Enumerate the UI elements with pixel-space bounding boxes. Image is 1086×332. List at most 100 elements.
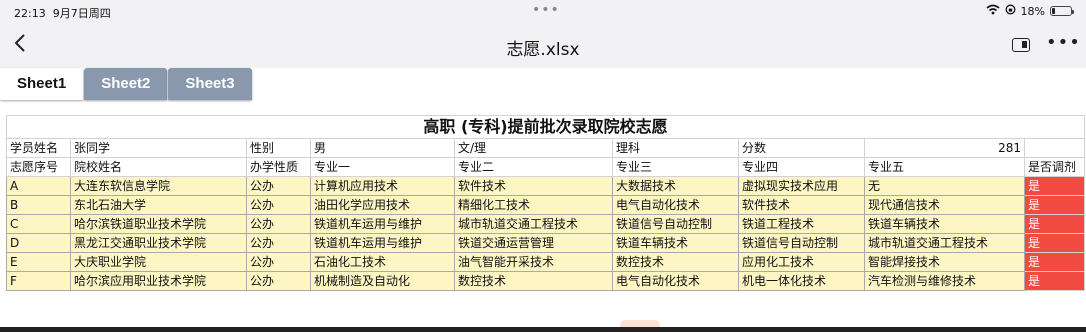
battery-percent: 18% — [1020, 4, 1045, 18]
multitask-dots-icon[interactable]: ••• — [532, 2, 560, 18]
table-cell[interactable]: 公办 — [246, 195, 311, 215]
adjust-cell[interactable]: 是 — [1024, 252, 1085, 272]
table-cell[interactable]: 数控技术 — [612, 252, 739, 272]
table-cell[interactable]: 黑龙江交通职业技术学院 — [70, 233, 247, 253]
table-cell[interactable]: 数控技术 — [454, 271, 613, 291]
table-cell[interactable]: 哈尔滨应用职业技术学院 — [70, 271, 247, 291]
column-header[interactable]: 专业三 — [612, 157, 739, 177]
table-cell[interactable]: 机电一体化技术 — [738, 271, 865, 291]
table-cell[interactable]: 铁道车辆技术 — [612, 233, 739, 253]
wifi-icon — [986, 4, 1000, 18]
column-header[interactable]: 专业一 — [310, 157, 455, 177]
table-cell[interactable]: 大连东软信息学院 — [70, 176, 247, 196]
table-cell[interactable]: 大庆职业学院 — [70, 252, 247, 272]
table-cell[interactable]: D — [6, 233, 71, 253]
table-cell[interactable]: 城市轨道交通工程技术 — [454, 214, 613, 234]
table-cell[interactable]: 大数据技术 — [612, 176, 739, 196]
table-cell[interactable]: 石油化工技术 — [310, 252, 455, 272]
adjust-cell[interactable]: 是 — [1024, 176, 1085, 196]
table-cell[interactable]: 东北石油大学 — [70, 195, 247, 215]
table-cell[interactable]: 智能焊接技术 — [864, 252, 1025, 272]
table-cell[interactable]: 无 — [864, 176, 1025, 196]
orientation-lock-icon — [1005, 4, 1016, 18]
info-row: 学员姓名 张同学 性别 男 文/理 理科 分数 281 — [6, 138, 1085, 158]
column-header[interactable]: 是否调剂 — [1024, 157, 1085, 177]
score-cell[interactable]: 281 — [864, 138, 1025, 158]
title-row: 高职 (专科)提前批次录取院校志愿 — [6, 115, 1085, 139]
table-cell[interactable]: 电气自动化技术 — [612, 271, 739, 291]
table-row: E 大庆职业学院 公办 石油化工技术 油气智能开采技术 数控技术 应用化工技术 智能焊接技术是 — [6, 252, 1085, 272]
table-row: F 哈尔滨应用职业技术学院 公办 机械制造及自动化 数控技术 电气自动化技术 机电一体化技术… — [6, 271, 1085, 291]
table-cell[interactable]: 机械制造及自动化 — [310, 271, 455, 291]
empty-cell[interactable] — [1024, 138, 1085, 158]
table-cell[interactable]: 铁道交通运营管理 — [454, 233, 613, 253]
adjust-cell[interactable]: 是 — [1024, 214, 1085, 234]
table-row: D 黑龙江交通职业技术学院 公办 铁道机车运用与维护 铁道交通运营管理 铁道车辆技术 铁道信… — [6, 233, 1085, 253]
table-row: C 哈尔滨铁道职业技术学院 公办 铁道机车运用与维护 城市轨道交通工程技术 铁道信号自动控… — [6, 214, 1085, 234]
table-cell[interactable]: 铁道信号自动控制 — [738, 233, 865, 253]
table-cell[interactable]: 铁道机车运用与维护 — [310, 233, 455, 253]
table-row: B 东北石油大学 公办 油田化学应用技术 精细化工技术 电气自动化技术 软件技术 现代通信技术… — [6, 195, 1085, 215]
battery-icon — [1050, 6, 1074, 16]
table-cell[interactable]: 计算机应用技术 — [310, 176, 455, 196]
info-cell[interactable]: 学员姓名 — [6, 138, 71, 158]
table-cell[interactable]: 铁道信号自动控制 — [612, 214, 739, 234]
table-cell[interactable]: 公办 — [246, 233, 311, 253]
table-cell[interactable]: C — [6, 214, 71, 234]
sheet-tabs: Sheet1 Sheet2 Sheet3 — [0, 68, 253, 102]
table-row: A 大连东软信息学院 公办 计算机应用技术 软件技术 大数据技术 虚拟现实技术应用无是 — [6, 176, 1085, 196]
info-cell[interactable]: 性别 — [246, 138, 311, 158]
table-cell[interactable]: 铁道车辆技术 — [864, 214, 1025, 234]
info-cell[interactable]: 男 — [310, 138, 455, 158]
column-header[interactable]: 院校姓名 — [70, 157, 247, 177]
table-cell[interactable]: 城市轨道交通工程技术 — [864, 233, 1025, 253]
column-header[interactable]: 专业四 — [738, 157, 865, 177]
document-title: 志愿.xlsx — [506, 40, 580, 60]
table-cell[interactable]: 油气智能开采技术 — [454, 252, 613, 272]
table-cell[interactable]: 电气自动化技术 — [612, 195, 739, 215]
column-header[interactable]: 专业五 — [864, 157, 1025, 177]
battery-fill — [1052, 8, 1055, 14]
table-cell[interactable]: E — [6, 252, 71, 272]
info-cell[interactable]: 分数 — [738, 138, 865, 158]
column-header[interactable]: 专业二 — [454, 157, 613, 177]
column-header[interactable]: 志愿序号 — [6, 157, 71, 177]
table-cell[interactable]: 汽车检测与维修技术 — [864, 271, 1025, 291]
table-cell[interactable]: A — [6, 176, 71, 196]
table-cell[interactable]: 公办 — [246, 252, 311, 272]
table-cell[interactable]: 公办 — [246, 176, 311, 196]
spreadsheet-area: Sheet1 Sheet2 Sheet3 高职 (专科)提前批次录取院校志愿 学… — [0, 68, 1086, 332]
clock: 22:13 — [14, 7, 46, 20]
table-cell[interactable]: 软件技术 — [738, 195, 865, 215]
volunteer-table: 高职 (专科)提前批次录取院校志愿 学员姓名 张同学 性别 男 文/理 理科 分… — [6, 115, 1085, 291]
sheet-grid: 高职 (专科)提前批次录取院校志愿 学员姓名 张同学 性别 男 文/理 理科 分… — [6, 115, 1085, 291]
table-cell[interactable]: 公办 — [246, 271, 311, 291]
tab-sheet1[interactable]: Sheet1 — [0, 68, 84, 100]
adjust-cell[interactable]: 是 — [1024, 233, 1085, 253]
table-cell[interactable]: 哈尔滨铁道职业技术学院 — [70, 214, 247, 234]
column-header[interactable]: 办学性质 — [246, 157, 311, 177]
info-cell[interactable]: 张同学 — [70, 138, 247, 158]
table-title[interactable]: 高职 (专科)提前批次录取院校志愿 — [6, 115, 1085, 139]
tab-sheet3[interactable]: Sheet3 — [168, 68, 252, 100]
info-cell[interactable]: 理科 — [612, 138, 739, 158]
more-options-icon[interactable]: ••• — [1046, 32, 1081, 53]
adjust-cell[interactable]: 是 — [1024, 195, 1085, 215]
table-cell[interactable]: F — [6, 271, 71, 291]
reader-view-icon[interactable] — [1012, 38, 1030, 52]
table-cell[interactable]: 铁道机车运用与维护 — [310, 214, 455, 234]
table-cell[interactable]: 铁道工程技术 — [738, 214, 865, 234]
tab-sheet2[interactable]: Sheet2 — [84, 68, 168, 100]
table-cell[interactable]: B — [6, 195, 71, 215]
status-time: 22:13 9月7日周四 — [14, 5, 111, 21]
table-cell[interactable]: 油田化学应用技术 — [310, 195, 455, 215]
adjust-cell[interactable]: 是 — [1024, 271, 1085, 291]
table-cell[interactable]: 精细化工技术 — [454, 195, 613, 215]
bottom-edge — [0, 327, 1086, 332]
table-cell[interactable]: 现代通信技术 — [864, 195, 1025, 215]
table-cell[interactable]: 应用化工技术 — [738, 252, 865, 272]
table-cell[interactable]: 软件技术 — [454, 176, 613, 196]
table-cell[interactable]: 公办 — [246, 214, 311, 234]
info-cell[interactable]: 文/理 — [454, 138, 613, 158]
table-cell[interactable]: 虚拟现实技术应用 — [738, 176, 865, 196]
